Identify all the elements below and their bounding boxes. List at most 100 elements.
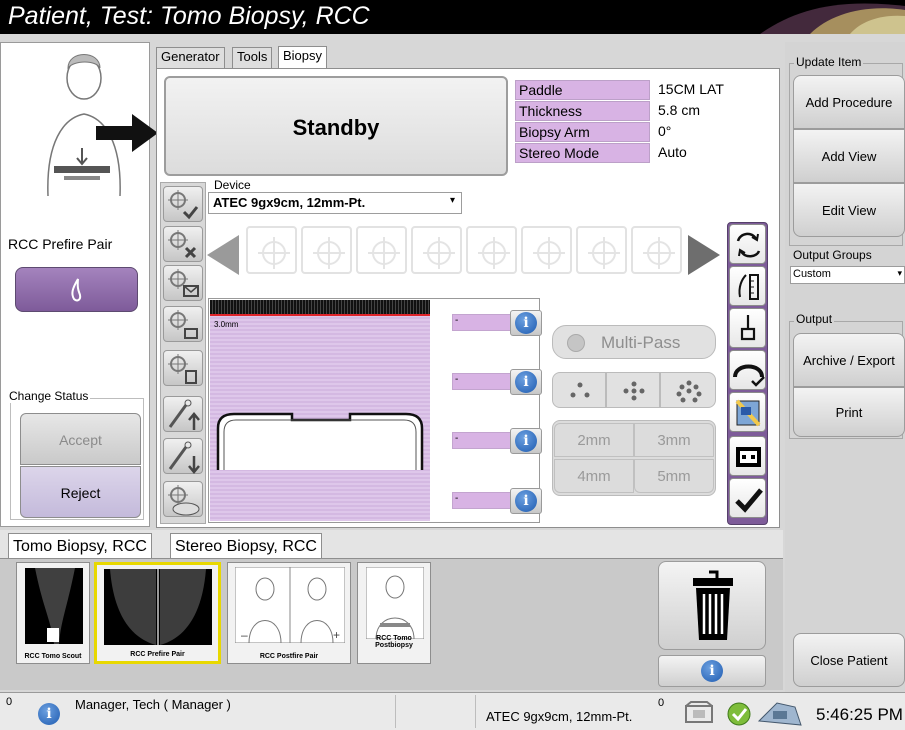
- image-swap-button[interactable]: [729, 392, 766, 432]
- needle-tool-button[interactable]: [729, 308, 766, 348]
- crosshair-icon: [423, 237, 455, 269]
- add-procedure-button[interactable]: Add Procedure: [793, 75, 905, 129]
- target-cloud-tool-button[interactable]: [163, 481, 203, 517]
- postfire-pair-placeholder-icon: – +: [235, 567, 345, 643]
- prefire-pair-image: [104, 569, 212, 645]
- chevron-down-icon: ▾: [449, 195, 455, 206]
- output-groups-label: Output Groups: [793, 248, 872, 262]
- info-icon: i: [515, 490, 537, 512]
- target-info-button-1[interactable]: i: [510, 310, 542, 336]
- target-slot-1[interactable]: [246, 226, 297, 274]
- target-cloud-icon: [168, 485, 200, 516]
- alarm-info-icon[interactable]: i: [38, 703, 60, 725]
- pattern-5-button[interactable]: [606, 372, 660, 408]
- thumbnail-rcc-postfire-pair[interactable]: – + RCC Postfire Pair: [227, 562, 351, 664]
- tab-biopsy[interactable]: Biopsy: [278, 46, 328, 69]
- multipass-label: Multi-Pass: [601, 333, 681, 352]
- status-separator: [395, 695, 396, 728]
- target-trash-tool-button[interactable]: [163, 350, 203, 386]
- device-dropdown[interactable]: ATEC 9gx9cm, 12mm-Pt. ▾: [208, 192, 462, 214]
- target-delete-tool-button[interactable]: [163, 226, 203, 262]
- needle-down-icon: [168, 441, 200, 474]
- target-slot-4[interactable]: [411, 226, 462, 274]
- compression-line: [210, 314, 430, 316]
- thumbnail-rcc-tomo-scout[interactable]: RCC Tomo Scout: [16, 562, 90, 664]
- spacing-5mm-button[interactable]: 5mm: [634, 459, 714, 493]
- target-slot-2[interactable]: [301, 226, 352, 274]
- radio-indicator-icon: [567, 334, 585, 352]
- rotate-arrows-icon: [736, 232, 761, 258]
- pattern-9-button[interactable]: [660, 372, 716, 408]
- view-action-button[interactable]: [15, 267, 138, 312]
- multipass-toggle[interactable]: Multi-Pass: [552, 325, 716, 359]
- status-display: Standby: [164, 76, 508, 176]
- target-field-4: -: [452, 492, 516, 509]
- update-item-label: Update Item: [794, 55, 864, 69]
- tab-generator[interactable]: Generator: [156, 47, 225, 68]
- target-send-tool-button[interactable]: [163, 265, 203, 301]
- output-queue-icon[interactable]: [683, 700, 717, 726]
- info-value-thickness: 5.8 cm: [658, 102, 701, 118]
- target-info-button-2[interactable]: i: [510, 369, 542, 395]
- rotate-view-button[interactable]: [729, 224, 766, 264]
- crosshair-icon: [258, 237, 290, 269]
- delete-view-button[interactable]: [658, 561, 766, 650]
- accept-check-button[interactable]: [729, 478, 766, 518]
- device-selected: ATEC 9gx9cm, 12mm-Pt.: [213, 195, 366, 210]
- system-ok-check-icon[interactable]: [725, 700, 753, 728]
- paddle-outline-graphic: [216, 412, 424, 470]
- target-delete-icon: [168, 230, 197, 259]
- scroll-right-icon[interactable]: [686, 233, 722, 277]
- spacing-4mm-button[interactable]: 4mm: [554, 459, 634, 493]
- view-info-button[interactable]: i: [658, 655, 766, 687]
- needle-down-tool-button[interactable]: [163, 438, 203, 474]
- info-icon: i: [515, 371, 537, 393]
- patient-title: Patient, Test: Tomo Biopsy, RCC: [8, 2, 370, 30]
- target-accept-tool-button[interactable]: [163, 186, 203, 222]
- target-print-tool-button[interactable]: [163, 306, 203, 342]
- paddle-tool-button[interactable]: [729, 350, 766, 390]
- current-view-label: RCC Prefire Pair: [8, 236, 113, 252]
- output-groups-dropdown[interactable]: Custom ▾: [790, 266, 905, 284]
- print-button[interactable]: Print: [793, 387, 905, 437]
- crosshair-icon: [368, 237, 400, 269]
- close-patient-button[interactable]: Close Patient: [793, 633, 905, 687]
- tab-stereo-biopsy-rcc[interactable]: Stereo Biopsy, RCC: [170, 533, 322, 559]
- window-level-icon: [736, 447, 761, 467]
- archive-export-button[interactable]: Archive / Export: [793, 333, 905, 387]
- thumbnail-caption: RCC Tomo Scout: [24, 653, 82, 660]
- scale-tool-button[interactable]: [729, 266, 766, 306]
- alarm-count: 0: [6, 696, 13, 708]
- image-swap-icon: [735, 399, 761, 427]
- accept-button[interactable]: Accept: [20, 413, 141, 465]
- target-slot-5[interactable]: [466, 226, 517, 274]
- target-info-button-4[interactable]: i: [510, 488, 542, 514]
- tab-tomo-biopsy-rcc[interactable]: Tomo Biopsy, RCC: [8, 533, 152, 559]
- target-slot-8[interactable]: [631, 226, 682, 274]
- thumbnail-rcc-tomo-postbiopsy[interactable]: RCC Tomo Postbiopsy: [357, 562, 431, 664]
- info-label-paddle: Paddle: [515, 80, 650, 100]
- window-level-button[interactable]: [729, 436, 766, 476]
- spacing-2mm-button[interactable]: 2mm: [554, 423, 634, 457]
- pattern-3-button[interactable]: [552, 372, 606, 408]
- arrow-pointer-icon: [96, 114, 158, 152]
- target-slot-6[interactable]: [521, 226, 572, 274]
- thumbnail-caption: RCC Postfire Pair: [259, 653, 319, 660]
- thumbnail-caption: RCC Tomo Postbiopsy: [375, 635, 413, 649]
- tab-tools[interactable]: Tools: [232, 47, 273, 68]
- biopsy-image-view[interactable]: 3.0mm: [210, 300, 430, 521]
- target-slot-3[interactable]: [356, 226, 407, 274]
- add-view-button[interactable]: Add View: [793, 129, 905, 183]
- spacing-3mm-button[interactable]: 3mm: [634, 423, 714, 457]
- target-slot-7[interactable]: [576, 226, 627, 274]
- edit-view-button[interactable]: Edit View: [793, 183, 905, 237]
- gantry-status-icon[interactable]: [755, 697, 805, 729]
- thumbnail-rcc-prefire-pair[interactable]: RCC Prefire Pair: [94, 562, 221, 664]
- scroll-left-icon[interactable]: [205, 233, 241, 277]
- reject-button[interactable]: Reject: [20, 466, 141, 518]
- info-value-paddle: 15CM LAT: [658, 81, 724, 97]
- device-label: Device: [214, 178, 251, 192]
- info-label-thickness: Thickness: [515, 101, 650, 121]
- target-info-button-3[interactable]: i: [510, 428, 542, 454]
- needle-up-tool-button[interactable]: [163, 396, 203, 432]
